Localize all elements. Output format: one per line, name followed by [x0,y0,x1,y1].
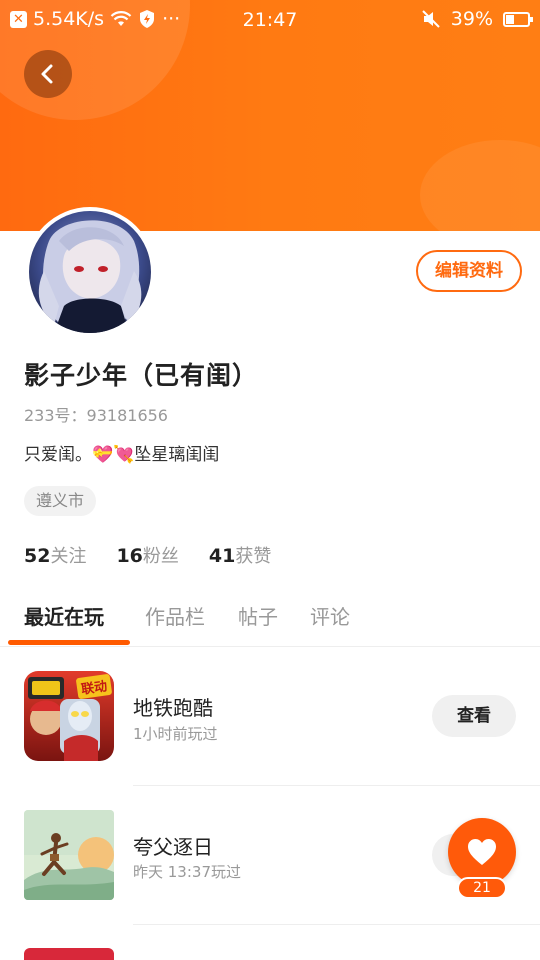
mute-icon [422,10,440,28]
battery-icon [503,11,533,27]
battery-percent: 39% [450,8,493,30]
game-title: 夸父逐日 [133,835,213,859]
profile-id: 233号：93181656 [24,406,168,425]
like-button[interactable] [448,818,516,886]
game-title: 地铁跑酷 [133,696,213,720]
subway-surfers-icon: 联动 [24,671,114,761]
tab-works[interactable]: 作品栏 [145,601,205,630]
game-icon-partial [24,948,114,960]
profile-name: 影子少年（已有闺） [24,361,259,390]
stat-likes[interactable]: 41获赞 [209,542,271,568]
like-count: 21 [457,877,507,899]
status-bar: ✕ 5.54K/s ··· 21:47 39% [0,0,540,38]
edit-profile-button[interactable]: 编辑资料 [416,250,522,292]
back-button[interactable] [24,50,72,98]
active-tab-indicator [8,640,130,645]
heart-icon [468,839,496,865]
game-last-played: 昨天 13:37玩过 [133,863,241,881]
kuafu-icon [24,810,114,900]
avatar[interactable] [25,207,155,337]
location-tag: 遵义市 [24,486,97,516]
profile-stats: 52关注 16粉丝 41获赞 [24,542,271,568]
avatar-image [29,211,151,333]
profile-bio: 只爱闺。💝💘坠星璃闺闺 [24,445,220,465]
header-decoration [420,140,540,231]
tab-posts[interactable]: 帖子 [238,601,278,630]
stat-following[interactable]: 52关注 [24,542,86,568]
tab-comments[interactable]: 评论 [310,601,350,630]
list-divider [133,924,540,925]
stat-followers[interactable]: 16粉丝 [116,542,178,568]
game-last-played: 1小时前玩过 [133,725,218,743]
chevron-left-icon [41,64,53,84]
tab-recently-played[interactable]: 最近在玩 [24,601,104,630]
view-game-button[interactable]: 查看 [432,695,516,737]
list-item[interactable]: 联动 地铁跑酷 1小时前玩过 查看 [0,648,540,786]
